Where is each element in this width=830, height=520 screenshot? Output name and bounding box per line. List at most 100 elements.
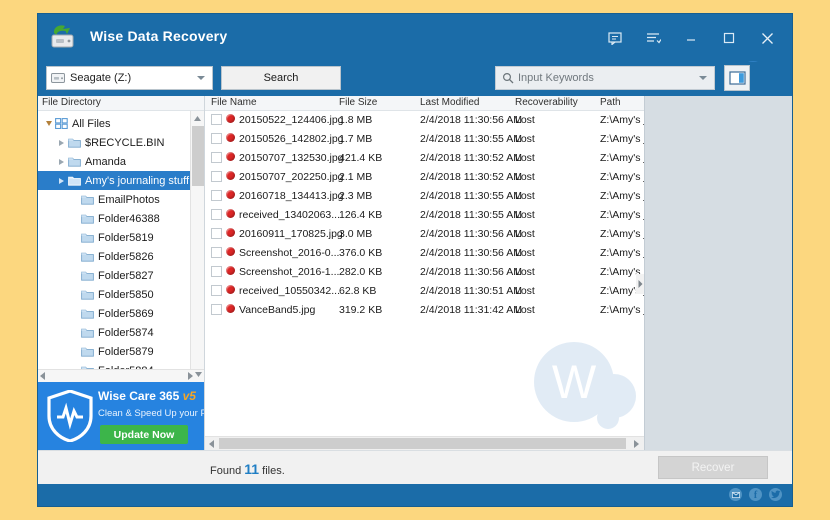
sidebar-item-label: EmailPhotos bbox=[98, 193, 160, 206]
file-list-scroll-thumb[interactable] bbox=[219, 438, 626, 449]
sidebar-item-label: Amanda bbox=[85, 155, 126, 168]
table-row[interactable]: 20150707_132530.jpg 421.4 KB 2/4/2018 11:3… bbox=[205, 149, 644, 168]
column-header-recoverability[interactable]: Recoverability bbox=[515, 97, 578, 108]
cell-path: Z:\Amy's j... bbox=[600, 247, 644, 259]
cell-file-size: 62.8 KB bbox=[339, 285, 377, 297]
found-prefix: Found bbox=[210, 465, 242, 477]
cell-file-size: 2.1 MB bbox=[339, 171, 373, 183]
list-menu-icon[interactable] bbox=[634, 25, 672, 51]
column-header-file-name[interactable]: File Name bbox=[211, 97, 257, 108]
column-header-path[interactable]: Path bbox=[600, 97, 621, 108]
row-checkbox[interactable] bbox=[211, 266, 222, 277]
folder-icon bbox=[81, 233, 94, 243]
expand-arrow-icon[interactable] bbox=[55, 177, 68, 184]
row-checkbox[interactable] bbox=[211, 285, 222, 296]
promo-banner[interactable]: Wise Care 365 v5 Clean & Speed Up your P… bbox=[38, 382, 204, 450]
folder-icon bbox=[68, 176, 81, 186]
found-count: 11 bbox=[244, 461, 260, 477]
sidebar-item-folder5884[interactable]: Folder5884 bbox=[38, 361, 190, 369]
table-row[interactable]: 20160911_170825.jpg 3.0 MB 2/4/2018 11:30:… bbox=[205, 225, 644, 244]
expand-arrow-icon[interactable] bbox=[55, 158, 68, 165]
scroll-down-icon[interactable] bbox=[195, 372, 202, 377]
table-row[interactable]: Screenshot_2016-1... 282.0 KB 2/4/2018 11:… bbox=[205, 263, 644, 282]
sidebar-item-amy-s-journaling-stuff[interactable]: Amy's journaling stuff bbox=[38, 171, 190, 190]
sidebar-item-folder46388[interactable]: Folder46388 bbox=[38, 209, 190, 228]
table-row[interactable]: 20150707_202250.jpg 2.1 MB 2/4/2018 11:30:… bbox=[205, 168, 644, 187]
tree-horizontal-scrollbar[interactable] bbox=[38, 369, 204, 382]
facebook-icon[interactable]: f bbox=[749, 488, 762, 501]
close-icon[interactable] bbox=[748, 25, 786, 51]
folder-icon bbox=[81, 195, 94, 205]
row-checkbox[interactable] bbox=[211, 190, 222, 201]
sidebar-item-folder5827[interactable]: Folder5827 bbox=[38, 266, 190, 285]
keyword-search-box[interactable] bbox=[495, 66, 715, 90]
lost-status-icon bbox=[226, 209, 235, 218]
sidebar-item-recycle-bin[interactable]: $RECYCLE.BIN bbox=[38, 133, 190, 152]
table-row[interactable]: Screenshot_2016-0... 376.0 KB 2/4/2018 11:… bbox=[205, 244, 644, 263]
cell-last-modified: 2/4/2018 11:30:55 AM bbox=[420, 209, 522, 221]
drive-icon bbox=[51, 73, 65, 83]
table-row[interactable]: 20160718_134413.jpg 2.3 MB 2/4/2018 11:30:… bbox=[205, 187, 644, 206]
sidebar-item-folder5850[interactable]: Folder5850 bbox=[38, 285, 190, 304]
row-checkbox[interactable] bbox=[211, 228, 222, 239]
watermark-logo: W bbox=[534, 342, 636, 429]
cell-last-modified: 2/4/2018 11:30:51 AM bbox=[420, 285, 522, 297]
table-row[interactable]: received_10550342... 62.8 KB 2/4/2018 11:3… bbox=[205, 282, 644, 301]
sidebar-item-folder5874[interactable]: Folder5874 bbox=[38, 323, 190, 342]
table-row[interactable]: received_13402063... 126.4 KB 2/4/2018 11:… bbox=[205, 206, 644, 225]
search-button[interactable]: Search bbox=[221, 66, 341, 90]
drive-select[interactable]: Seagate (Z:) bbox=[46, 66, 213, 90]
main-content: File Directory All Files $RECYCLE.BIN Aman… bbox=[38, 96, 792, 450]
tree-scroll-thumb[interactable] bbox=[192, 126, 204, 186]
maximize-icon[interactable] bbox=[710, 25, 748, 51]
scroll-right-icon[interactable] bbox=[633, 439, 639, 448]
update-now-button[interactable]: Update Now bbox=[100, 425, 188, 444]
column-header-last-modified[interactable]: Last Modified bbox=[420, 97, 479, 108]
row-checkbox[interactable] bbox=[211, 209, 222, 220]
row-checkbox[interactable] bbox=[211, 171, 222, 182]
sidebar-item-folder5819[interactable]: Folder5819 bbox=[38, 228, 190, 247]
cell-path: Z:\Amy's j... bbox=[600, 190, 644, 202]
preview-collapse-handle[interactable] bbox=[636, 274, 644, 294]
sidebar-item-folder5869[interactable]: Folder5869 bbox=[38, 304, 190, 323]
app-icon bbox=[51, 25, 74, 48]
column-header-file-size[interactable]: File Size bbox=[339, 97, 377, 108]
minimize-icon[interactable] bbox=[672, 25, 710, 51]
expand-arrow-icon[interactable] bbox=[55, 139, 68, 146]
feedback-icon[interactable] bbox=[596, 25, 634, 51]
search-input[interactable] bbox=[518, 72, 699, 84]
table-row[interactable]: 20150522_124406.jpg 1.8 MB 2/4/2018 11:30:… bbox=[205, 111, 644, 130]
sidebar-item-all-files[interactable]: All Files bbox=[38, 114, 190, 133]
sidebar-item-amanda[interactable]: Amanda bbox=[38, 152, 190, 171]
drive-label: Seagate (Z:) bbox=[70, 72, 132, 84]
folder-icon bbox=[68, 138, 81, 148]
table-row[interactable]: 20150526_142802.jpg 1.7 MB 2/4/2018 11:30:… bbox=[205, 130, 644, 149]
sidebar-item-folder5826[interactable]: Folder5826 bbox=[38, 247, 190, 266]
sidebar-item-emailphotos[interactable]: EmailPhotos bbox=[38, 190, 190, 209]
cell-last-modified: 2/4/2018 11:30:56 AM bbox=[420, 266, 522, 278]
twitter-icon[interactable] bbox=[769, 488, 782, 501]
row-checkbox[interactable] bbox=[211, 133, 222, 144]
email-icon[interactable] bbox=[729, 488, 742, 501]
panel-toggle-button[interactable] bbox=[724, 65, 750, 91]
chevron-down-icon[interactable] bbox=[699, 76, 707, 80]
cell-path: Z:\Amy's j... bbox=[600, 152, 644, 164]
cell-last-modified: 2/4/2018 11:30:52 AM bbox=[420, 152, 522, 164]
table-row[interactable]: VanceBand5.jpg 319.2 KB 2/4/2018 11:31:42 … bbox=[205, 301, 644, 320]
row-checkbox[interactable] bbox=[211, 247, 222, 258]
row-checkbox[interactable] bbox=[211, 114, 222, 125]
sidebar-item-label: $RECYCLE.BIN bbox=[85, 136, 165, 149]
scroll-left-icon[interactable] bbox=[40, 372, 46, 380]
scroll-left-icon[interactable] bbox=[209, 439, 215, 448]
cell-last-modified: 2/4/2018 11:30:56 AM bbox=[420, 247, 522, 259]
row-checkbox[interactable] bbox=[211, 152, 222, 163]
collapse-arrow-icon[interactable] bbox=[42, 121, 55, 126]
scroll-right-icon[interactable] bbox=[187, 372, 193, 380]
sidebar-item-folder5879[interactable]: Folder5879 bbox=[38, 342, 190, 361]
folder-icon bbox=[81, 214, 94, 224]
file-list-horizontal-scrollbar[interactable] bbox=[205, 436, 644, 450]
scroll-up-icon[interactable] bbox=[191, 111, 204, 125]
row-checkbox[interactable] bbox=[211, 304, 222, 315]
recover-button[interactable]: Recover bbox=[658, 456, 768, 479]
tree-vertical-scrollbar[interactable] bbox=[190, 111, 204, 369]
